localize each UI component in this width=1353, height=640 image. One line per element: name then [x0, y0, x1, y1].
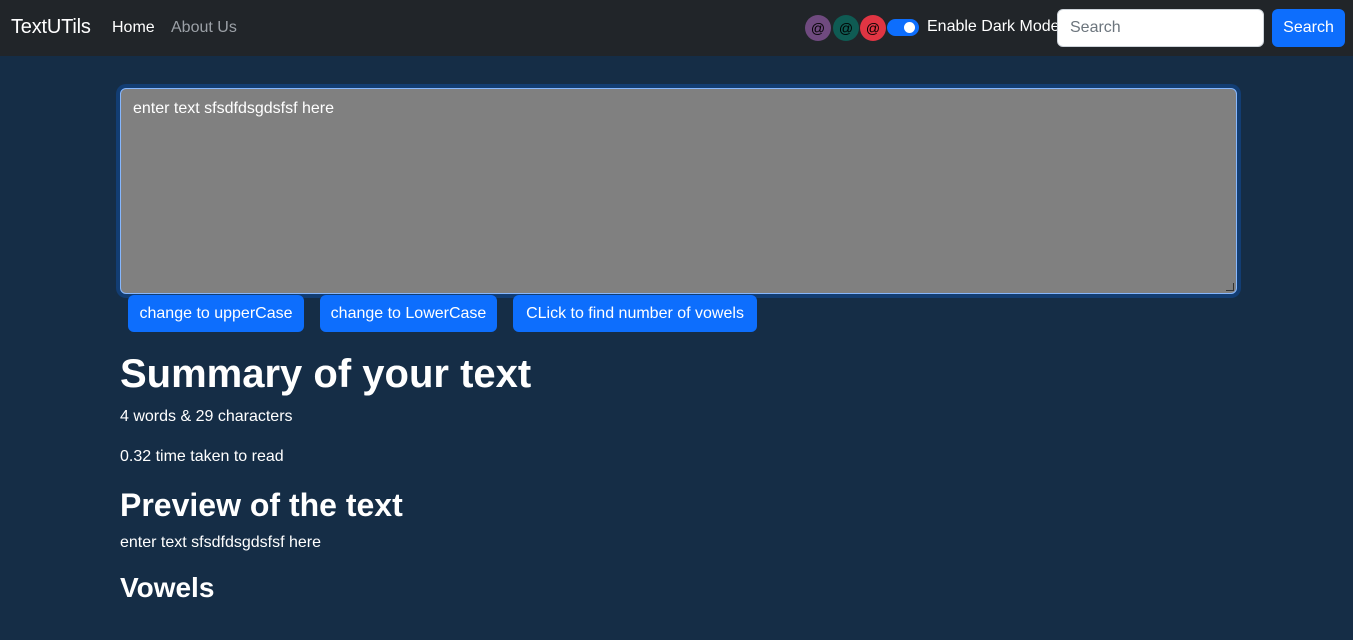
dark-mode-label[interactable]: Enable Dark Mode — [927, 18, 1060, 36]
at-icon: @ — [810, 20, 826, 36]
resize-handle-icon[interactable] — [1226, 283, 1234, 291]
preview-text: enter text sfsdfdsgdsfsf here — [120, 534, 321, 551]
text-input-area[interactable]: enter text sfsdfdsgdsfsf here — [120, 88, 1237, 294]
toggle-knob — [904, 22, 915, 33]
text-input-value: enter text sfsdfdsgdsfsf here — [133, 100, 334, 117]
preview-heading: Preview of the text — [120, 487, 403, 523]
nav-link-home[interactable]: Home — [112, 19, 155, 37]
at-icon: @ — [865, 20, 881, 36]
brand-logo[interactable]: TextUTils — [11, 16, 91, 39]
color-swatch-red[interactable]: @ — [860, 15, 886, 41]
search-input[interactable] — [1057, 9, 1264, 47]
at-icon: @ — [838, 20, 854, 36]
color-swatch-purple[interactable]: @ — [805, 15, 831, 41]
nav-link-about-us[interactable]: About Us — [171, 19, 237, 37]
count-vowels-button[interactable]: CLick to find number of vowels — [513, 295, 757, 332]
lowercase-button[interactable]: change to LowerCase — [320, 295, 497, 332]
navbar: TextUTils Home About Us @ @ @ Enable Dar… — [0, 0, 1353, 56]
dark-mode-toggle[interactable] — [887, 19, 919, 36]
color-swatch-teal[interactable]: @ — [833, 15, 859, 41]
search-button[interactable]: Search — [1272, 9, 1345, 47]
read-time: 0.32 time taken to read — [120, 448, 284, 465]
vowels-heading: Vowels — [120, 572, 215, 603]
word-char-count: 4 words & 29 characters — [120, 408, 293, 425]
uppercase-button[interactable]: change to upperCase — [128, 295, 304, 332]
summary-heading: Summary of your text — [120, 352, 532, 396]
